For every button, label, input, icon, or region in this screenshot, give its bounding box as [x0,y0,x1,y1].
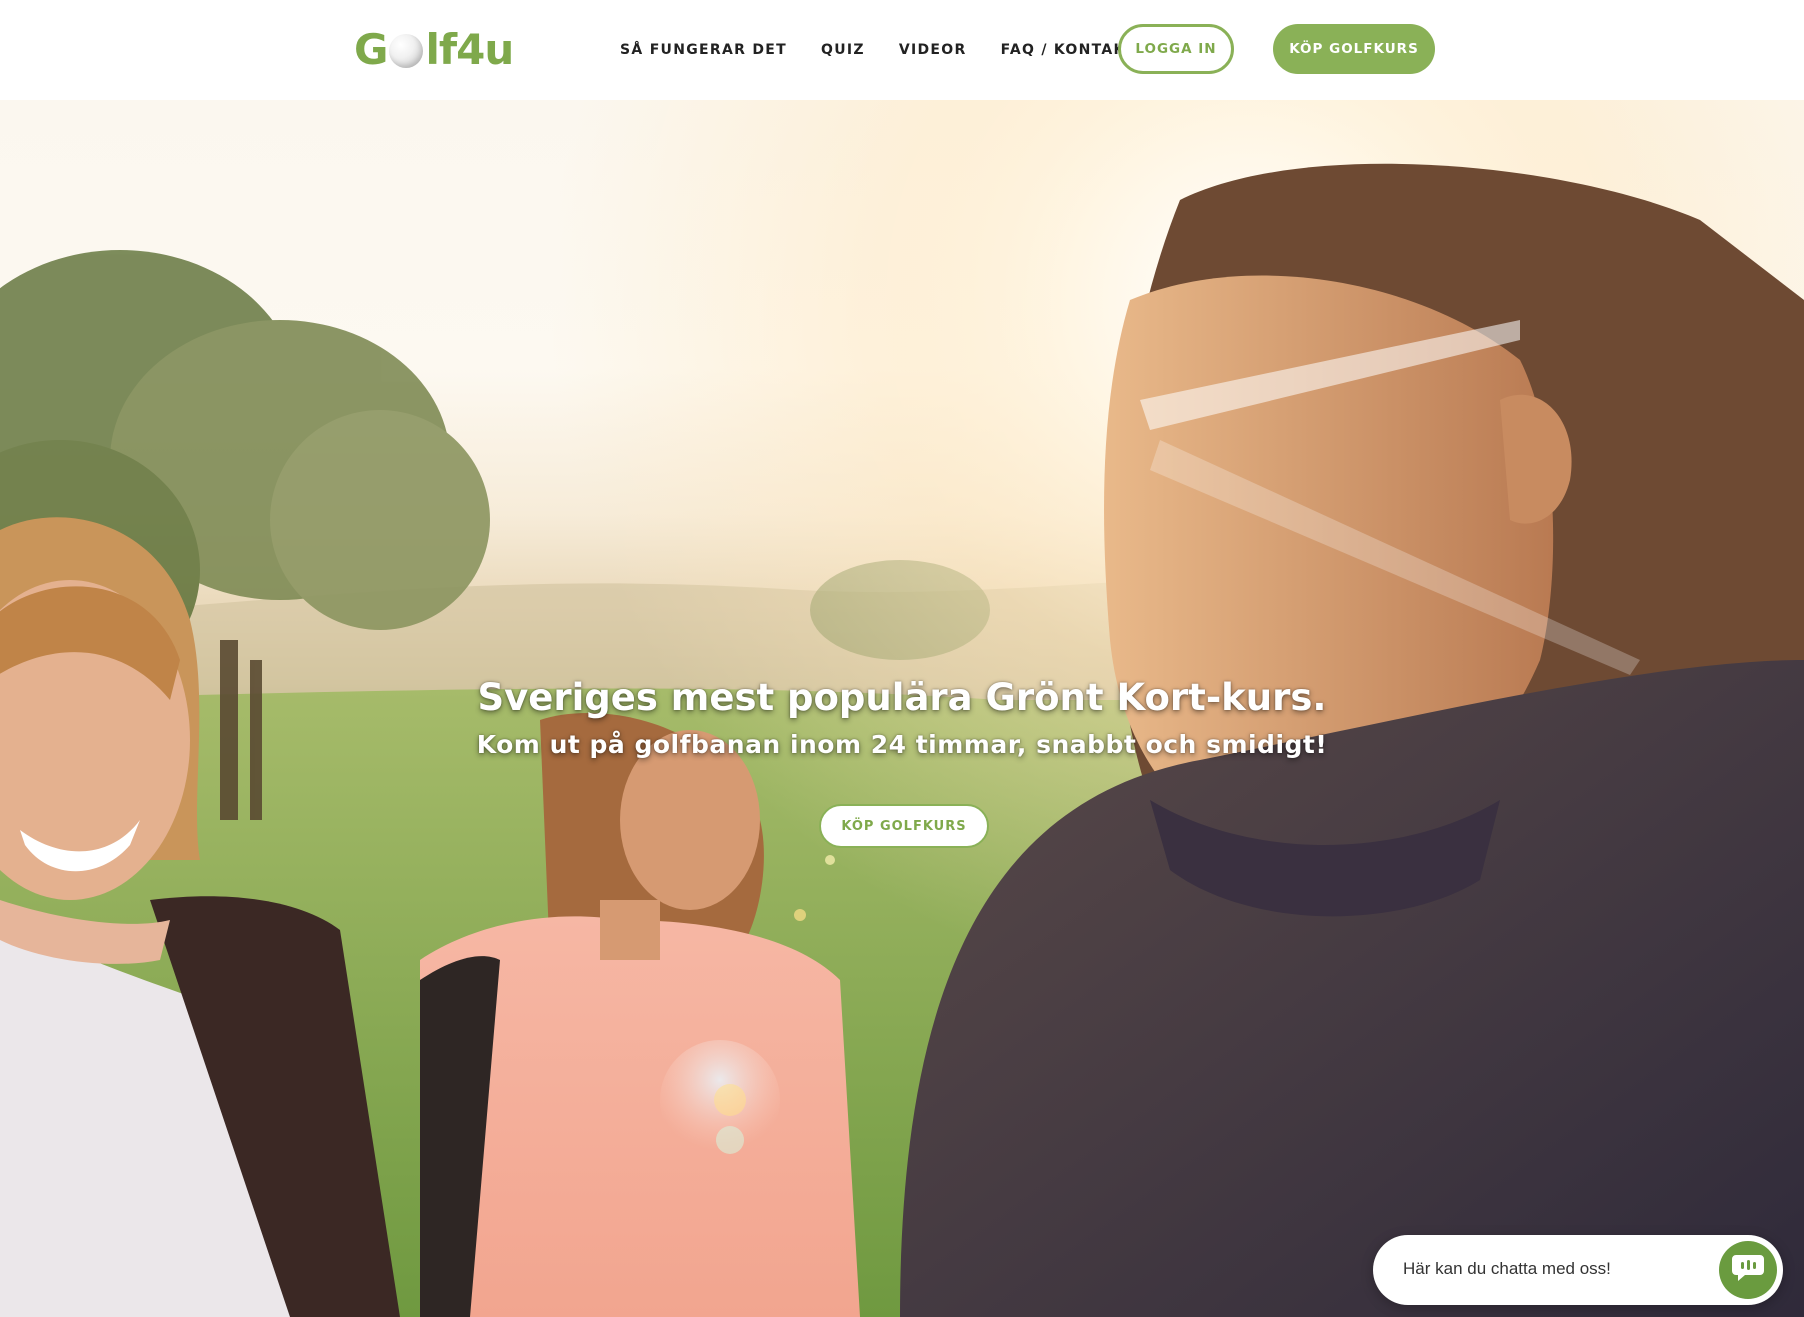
main-nav: SÅ FUNGERAR DET QUIZ VIDEOR FAQ / KONTAK… [620,36,1171,64]
site-header: G lf4u SÅ FUNGERAR DET QUIZ VIDEOR FAQ /… [0,0,1804,100]
hero-title: Sveriges mest populära Grönt Kort-kurs. [477,676,1327,719]
nav-link-faq-kontakt[interactable]: FAQ / KONTAKT [1001,42,1137,58]
buy-course-button[interactable]: KÖP GOLFKURS [1273,24,1435,74]
login-button[interactable]: LOGGA IN [1118,24,1234,74]
nav-link-sa-fungerar-det[interactable]: SÅ FUNGERAR DET [620,42,787,58]
hero-buy-course-button[interactable]: KÖP GOLFKURS [819,804,989,848]
logo-text-prefix: G [354,24,388,74]
chat-open-button[interactable] [1719,1241,1777,1299]
golf4u-logo[interactable]: G lf4u [354,24,514,74]
logo-text-suffix: lf4u [425,24,514,74]
chat-bubble-icon [1731,1253,1765,1287]
nav-link-quiz[interactable]: QUIZ [821,42,865,58]
chat-prompt-text[interactable]: Här kan du chatta med oss! [1403,1259,1611,1279]
hero-section: Sveriges mest populära Grönt Kort-kurs. … [0,100,1804,1317]
nav-link-videor[interactable]: VIDEOR [899,42,967,58]
golf-ball-icon [389,34,424,68]
chat-widget[interactable]: Här kan du chatta med oss! [1373,1235,1783,1305]
hero-subtitle: Kom ut på golfbanan inom 24 timmar, snab… [476,730,1328,759]
